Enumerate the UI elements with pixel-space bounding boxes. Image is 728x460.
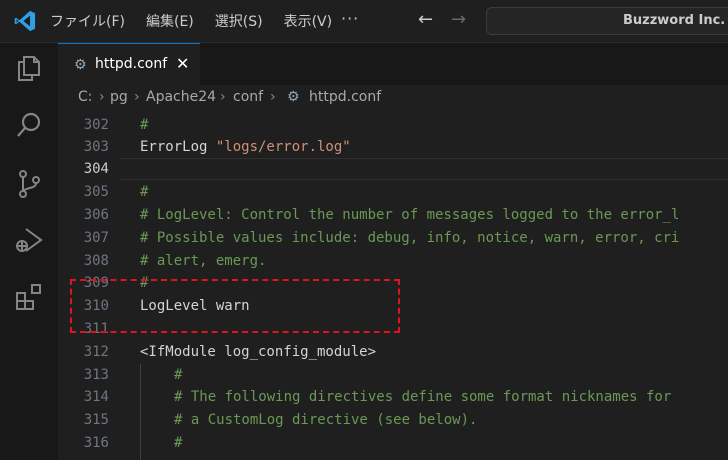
command-center-search[interactable]: Buzzword Inc. bbox=[486, 7, 728, 35]
chevron-right-icon: › bbox=[270, 89, 276, 105]
code-line: # bbox=[140, 117, 149, 133]
gear-icon: ⚙ bbox=[74, 57, 87, 73]
breadcrumb: C: › pg › Apache24 › conf › ⚙ httpd.conf bbox=[58, 86, 728, 110]
breadcrumb-apache24[interactable]: Apache24 bbox=[146, 89, 216, 105]
code-line: # bbox=[174, 435, 183, 451]
code-line: # a CustomLog directive (see below). bbox=[174, 412, 478, 428]
more-menu-icon[interactable]: ··· bbox=[341, 9, 359, 28]
breadcrumb-file[interactable]: httpd.conf bbox=[309, 89, 381, 105]
close-icon[interactable]: ✕ bbox=[176, 54, 189, 73]
tab-httpd-conf[interactable]: ⚙ httpd.conf ✕ bbox=[58, 43, 200, 85]
code-line: # bbox=[174, 367, 183, 383]
line-number: 306 bbox=[83, 207, 109, 223]
line-number-active: 304 bbox=[83, 161, 109, 177]
line-number: 316 bbox=[83, 435, 109, 451]
menu-file[interactable]: ファイル(F) bbox=[50, 11, 125, 31]
forward-arrow-icon[interactable]: → bbox=[451, 9, 466, 30]
chevron-right-icon: › bbox=[99, 89, 105, 105]
line-number: 303 bbox=[83, 139, 109, 155]
explorer-files-icon[interactable] bbox=[14, 53, 44, 83]
editor-tab-bar: ⚙ httpd.conf ✕ bbox=[58, 43, 728, 85]
code-line: # Possible values include: debug, info, … bbox=[140, 230, 680, 246]
breadcrumb-conf[interactable]: conf bbox=[233, 89, 263, 105]
line-number: 302 bbox=[83, 117, 109, 133]
code-line-errorlog: ErrorLog "logs/error.log" bbox=[140, 139, 351, 155]
code-line: <IfModule log_config_module> bbox=[140, 344, 377, 360]
source-control-icon[interactable] bbox=[14, 169, 44, 199]
back-arrow-icon[interactable]: ← bbox=[418, 9, 433, 30]
line-number: 308 bbox=[83, 253, 109, 269]
chevron-right-icon: › bbox=[220, 89, 226, 105]
title-bar: ファイル(F) 編集(E) 選択(S) 表示(V) ··· ← → Buzzwo… bbox=[0, 0, 728, 43]
run-debug-icon[interactable] bbox=[14, 225, 44, 255]
chevron-right-icon: › bbox=[134, 89, 140, 105]
breadcrumb-drive[interactable]: C: bbox=[78, 89, 93, 105]
line-number: 314 bbox=[83, 389, 109, 405]
tab-label: httpd.conf bbox=[95, 56, 168, 72]
gear-icon: ⚙ bbox=[287, 89, 300, 105]
line-number: 315 bbox=[83, 412, 109, 428]
command-center-label: Buzzword Inc. bbox=[623, 13, 726, 28]
line-number: 313 bbox=[83, 367, 109, 383]
breadcrumb-pg[interactable]: pg bbox=[110, 89, 128, 105]
activity-bar bbox=[0, 43, 58, 460]
menu-view[interactable]: 表示(V) bbox=[284, 11, 333, 31]
vscode-logo-icon[interactable] bbox=[14, 10, 36, 32]
search-icon[interactable] bbox=[14, 110, 44, 140]
code-line: # bbox=[140, 184, 149, 200]
extensions-icon[interactable] bbox=[14, 282, 44, 312]
menu-selection[interactable]: 選択(S) bbox=[215, 11, 263, 31]
line-number: 312 bbox=[83, 344, 109, 360]
code-line: # LogLevel: Control the number of messag… bbox=[140, 207, 680, 223]
line-number: 307 bbox=[83, 230, 109, 246]
menu-bar: ファイル(F) 編集(E) 選択(S) 表示(V) bbox=[50, 0, 353, 42]
code-line: # The following directives define some f… bbox=[174, 389, 672, 405]
line-number: 305 bbox=[83, 184, 109, 200]
code-line: # alert, emerg. bbox=[140, 253, 267, 269]
menu-edit[interactable]: 編集(E) bbox=[146, 11, 194, 31]
annotation-highlight-box bbox=[70, 279, 400, 333]
